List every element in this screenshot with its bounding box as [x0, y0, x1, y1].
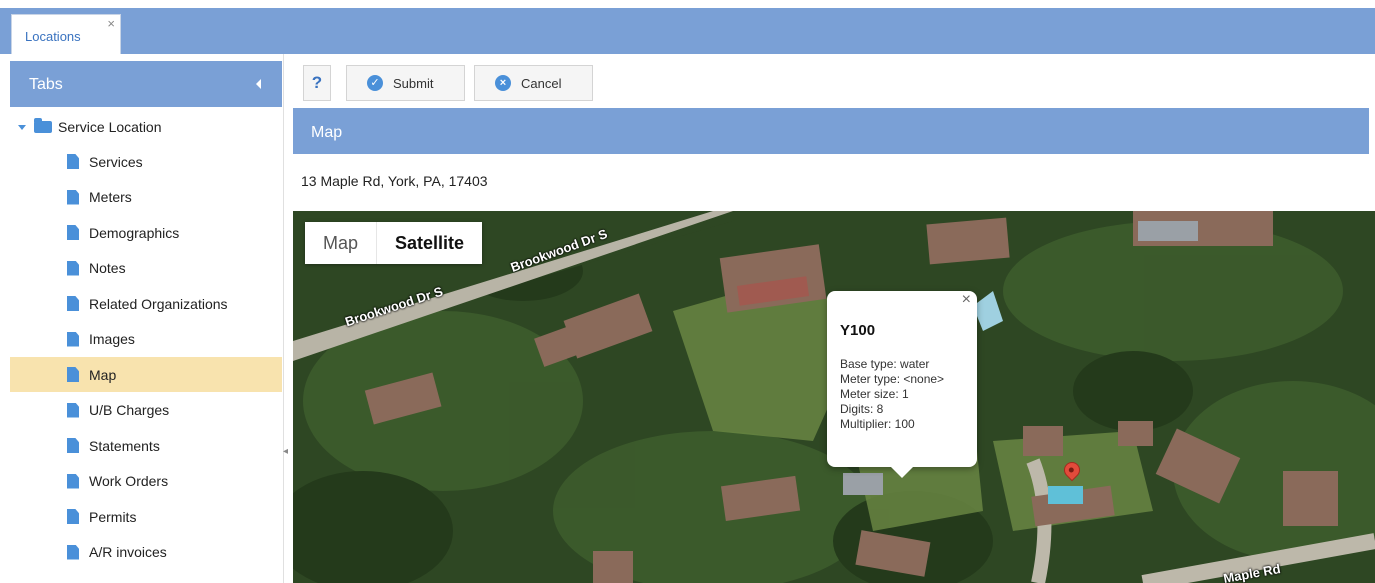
document-icon: [67, 402, 79, 418]
popup-close-icon[interactable]: ×: [962, 291, 971, 309]
popup-line: Digits: 8: [840, 402, 884, 416]
sidebar-item-label: Map: [89, 366, 117, 383]
toolbar: ? ✓ Submit × Cancel: [293, 62, 1375, 102]
map-type-map-button[interactable]: Map: [305, 222, 378, 264]
popup-line: Base type: water: [840, 357, 930, 371]
map-type-satellite-button[interactable]: Satellite: [377, 222, 482, 264]
submit-label: Submit: [393, 75, 434, 91]
satellite-map[interactable]: Map Satellite Brookwood Dr S Brookwood D…: [293, 211, 1375, 583]
document-icon: [67, 154, 79, 169]
sidebar-item[interactable]: Statements: [10, 428, 282, 463]
panel-title: Map: [311, 124, 343, 141]
map-type-control: Map Satellite: [305, 222, 483, 264]
sidebar-item[interactable]: Meters: [10, 180, 282, 215]
top-tabbar: Locations ×: [0, 0, 1375, 54]
sidebar-item[interactable]: Notes: [10, 251, 282, 286]
info-popup: × Y100 Base type: water Meter type: <non…: [827, 291, 977, 478]
sidebar-item[interactable]: Demographics: [10, 215, 282, 250]
document-icon: [67, 189, 79, 205]
sidebar-item[interactable]: Services: [10, 144, 282, 179]
tab-locations-label: Locations: [25, 29, 81, 44]
tree-root-label: Service Location: [58, 119, 162, 135]
sidebar-title: Tabs: [29, 76, 63, 93]
panel-header: Map: [293, 108, 1369, 154]
sidebar-item-label: Work Orders: [89, 473, 169, 489]
sidebar-item-label: Notes: [89, 260, 126, 276]
address-text: 13 Maple Rd, York, PA, 17403: [301, 173, 488, 189]
sidebar-item[interactable]: Images: [10, 322, 282, 357]
sidebar-item[interactable]: Work Orders: [10, 464, 282, 499]
document-icon: [67, 473, 79, 489]
sidebar-item[interactable]: U/B Charges: [10, 393, 282, 428]
sidebar: Tabs Service Location Services Meters Demo…: [0, 54, 288, 583]
document-icon: [67, 509, 79, 524]
document-icon: [67, 260, 79, 276]
help-button[interactable]: ?: [303, 65, 331, 101]
document-icon: [67, 331, 79, 347]
check-icon: ✓: [367, 75, 383, 91]
sidebar-item-label: Statements: [89, 437, 160, 454]
sidebar-item-label: U/B Charges: [89, 402, 170, 418]
tree-root-service-location[interactable]: Service Location: [18, 117, 162, 137]
sidebar-item-label: Permits: [89, 508, 137, 525]
popup-details: Base type: water Meter type: <none> Mete…: [840, 357, 944, 432]
sidebar-item[interactable]: Related Organizations: [10, 286, 282, 321]
collapse-arrow-icon[interactable]: [256, 79, 261, 89]
cancel-button[interactable]: × Cancel: [474, 65, 593, 101]
sidebar-item-label: Meters: [89, 189, 132, 205]
sidebar-item[interactable]: Map: [10, 357, 282, 392]
sidebar-item[interactable]: A/R invoices: [10, 535, 282, 570]
sidebar-item-label: Services: [89, 153, 143, 170]
document-icon: [67, 438, 79, 453]
sidebar-item-label: Related Organizations: [89, 295, 228, 312]
sidebar-header: Tabs: [10, 61, 282, 107]
sidebar-item-label: A/R invoices: [89, 544, 167, 560]
document-icon: [67, 544, 79, 560]
popup-line: Meter type: <none>: [840, 372, 945, 386]
cancel-icon: ×: [495, 75, 511, 91]
document-icon: [67, 296, 79, 311]
document-icon: [67, 225, 79, 240]
submit-button[interactable]: ✓ Submit: [346, 65, 465, 101]
popup-line: Meter size: 1: [840, 387, 909, 401]
folder-open-icon: [34, 118, 52, 133]
sidebar-item-label: Demographics: [89, 224, 180, 241]
sidebar-item-label: Images: [89, 331, 135, 347]
cancel-label: Cancel: [521, 75, 562, 91]
splitter-handle[interactable]: ◂: [283, 446, 291, 476]
popup-line: Multiplier: 100: [840, 417, 915, 431]
caret-down-icon[interactable]: [18, 124, 26, 130]
document-icon: [67, 367, 79, 382]
sidebar-item[interactable]: Permits: [10, 499, 282, 534]
tab-locations[interactable]: Locations ×: [11, 14, 121, 54]
close-icon[interactable]: ×: [107, 16, 115, 31]
top-tabbar-band: [0, 8, 1375, 54]
popup-title: Y100: [840, 322, 876, 339]
